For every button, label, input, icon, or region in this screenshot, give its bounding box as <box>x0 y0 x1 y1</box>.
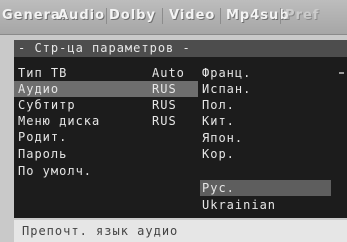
tab-audio[interactable]: Audio <box>58 6 105 26</box>
tab-separator <box>106 8 107 24</box>
tab-pref[interactable]: Pref <box>285 6 319 26</box>
option-ukrainian[interactable]: Ukrainian <box>202 197 332 213</box>
setting-password[interactable]: Пароль <box>18 146 158 162</box>
setting-disc-menu-value: RUS <box>152 114 177 128</box>
setting-tv-type-value: Auto <box>152 66 185 80</box>
option-chinese[interactable]: Кит. <box>202 113 332 129</box>
option-russian[interactable]: Рус. <box>202 180 332 196</box>
dvd-setup-screen: General Audio Dolby Video Mp4sub Pref - … <box>0 0 347 242</box>
tab-dolby[interactable]: Dolby <box>109 6 156 26</box>
tab-bar: General Audio Dolby Video Mp4sub Pref <box>0 0 347 35</box>
page-title: - Стр-ца параметров - <box>14 40 347 57</box>
tab-separator <box>162 8 163 24</box>
setting-subtitle[interactable]: Субтитр <box>18 97 158 113</box>
tab-separator <box>220 8 221 24</box>
setting-default[interactable]: По умолч. <box>18 163 158 179</box>
tab-general[interactable]: General <box>2 6 66 26</box>
option-french[interactable]: Франц. <box>202 65 332 81</box>
setting-parental[interactable]: Родит. <box>18 129 158 145</box>
option-japanese[interactable]: Япон. <box>202 130 332 146</box>
setting-audio-value: RUS <box>152 82 177 96</box>
option-spanish[interactable]: Испан. <box>202 81 332 97</box>
setting-audio[interactable]: Аудио <box>18 81 158 97</box>
setting-tv-type[interactable]: Тип ТВ <box>18 65 158 81</box>
scroll-indicator <box>339 72 344 74</box>
status-bar: Препочт. язык аудио <box>14 220 347 242</box>
tab-separator <box>280 8 281 24</box>
tab-video[interactable]: Video <box>169 6 215 26</box>
setting-subtitle-value: RUS <box>152 98 177 112</box>
option-polish[interactable]: Пол. <box>202 97 332 113</box>
option-korean[interactable]: Кор. <box>202 146 332 162</box>
setting-disc-menu[interactable]: Меню диска <box>18 113 158 129</box>
